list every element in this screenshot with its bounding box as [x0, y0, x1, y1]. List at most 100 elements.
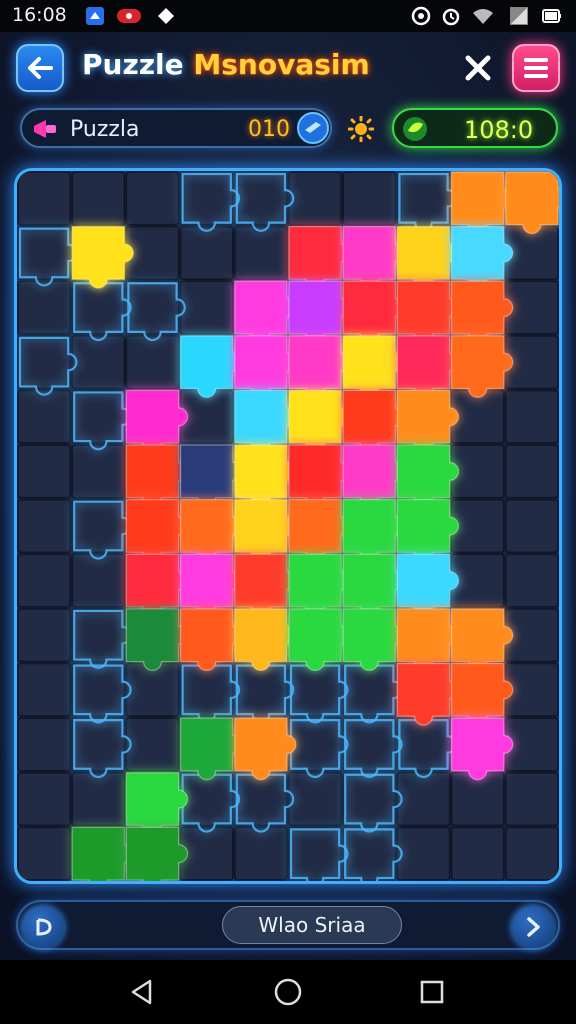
puzzle-piece[interactable] [396, 553, 460, 617]
empty-slot[interactable] [17, 225, 71, 280]
empty-slot[interactable] [179, 662, 234, 717]
puzzle-piece[interactable] [180, 717, 243, 781]
puzzle-piece[interactable] [451, 280, 514, 344]
empty-slot[interactable] [234, 662, 288, 717]
empty-slot[interactable] [396, 826, 451, 881]
empty-slot[interactable] [71, 717, 126, 772]
puzzle-piece[interactable] [396, 280, 460, 344]
puzzle-piece[interactable] [288, 608, 351, 672]
puzzle-piece[interactable] [342, 444, 405, 508]
empty-slot[interactable] [71, 280, 126, 335]
empty-slot[interactable] [234, 772, 288, 827]
puzzle-piece[interactable] [342, 389, 405, 453]
puzzle-grid[interactable] [17, 171, 559, 881]
empty-slot[interactable] [71, 389, 126, 444]
puzzle-piece[interactable] [234, 335, 297, 398]
empty-slot[interactable] [505, 280, 559, 335]
empty-slot[interactable] [505, 608, 559, 663]
empty-slot[interactable] [288, 717, 342, 772]
puzzle-piece[interactable] [451, 226, 514, 289]
empty-slot[interactable] [450, 498, 505, 554]
empty-slot[interactable] [125, 335, 180, 390]
puzzle-piece[interactable] [288, 389, 351, 453]
empty-slot[interactable] [125, 225, 180, 280]
empty-slot[interactable] [396, 171, 451, 226]
mode-pill[interactable]: Puzzla 010 [20, 108, 332, 148]
empty-slot[interactable] [396, 772, 451, 827]
empty-slot[interactable] [17, 826, 71, 881]
empty-slot[interactable] [288, 171, 342, 226]
puzzle-piece[interactable] [125, 826, 189, 881]
puzzle-piece[interactable] [125, 499, 189, 562]
empty-slot[interactable] [505, 498, 559, 554]
hint-button[interactable]: Wlao Sriaa [222, 906, 402, 944]
puzzle-piece[interactable] [234, 608, 297, 672]
puzzle-piece[interactable] [234, 553, 297, 617]
empty-slot[interactable] [179, 280, 234, 335]
puzzle-piece[interactable] [396, 608, 460, 672]
puzzle-piece[interactable] [71, 226, 134, 289]
empty-slot[interactable] [505, 826, 559, 881]
puzzle-piece[interactable] [234, 280, 297, 344]
empty-slot[interactable] [179, 772, 234, 827]
puzzle-piece[interactable] [125, 444, 189, 508]
puzzle-piece[interactable] [342, 499, 405, 562]
empty-slot[interactable] [450, 772, 505, 827]
puzzle-piece[interactable] [451, 717, 514, 781]
empty-slot[interactable] [288, 772, 342, 827]
empty-slot[interactable] [234, 171, 288, 226]
puzzle-piece[interactable] [180, 335, 243, 398]
empty-slot[interactable] [71, 772, 126, 827]
puzzle-board[interactable] [14, 168, 562, 884]
puzzle-piece[interactable] [396, 226, 460, 289]
puzzle-piece[interactable] [396, 335, 460, 398]
empty-slot[interactable] [17, 608, 71, 663]
empty-slot[interactable] [505, 444, 559, 499]
puzzle-piece[interactable] [125, 389, 189, 453]
puzzle-piece[interactable] [288, 226, 351, 289]
puzzle-piece[interactable] [396, 499, 460, 562]
empty-slot[interactable] [234, 225, 288, 280]
puzzle-piece[interactable] [180, 499, 243, 562]
empty-slot[interactable] [505, 225, 559, 280]
empty-slot[interactable] [179, 826, 234, 881]
puzzle-piece[interactable] [180, 444, 243, 508]
puzzle-piece[interactable] [342, 553, 405, 617]
next-button[interactable] [512, 906, 554, 948]
puzzle-piece[interactable] [125, 772, 189, 835]
empty-slot[interactable] [71, 171, 126, 226]
empty-slot[interactable] [125, 662, 180, 717]
empty-slot[interactable] [505, 662, 559, 717]
empty-slot[interactable] [234, 826, 288, 881]
puzzle-piece[interactable] [396, 662, 460, 726]
puzzle-piece[interactable] [125, 608, 189, 672]
empty-slot[interactable] [17, 498, 71, 554]
puzzle-piece[interactable] [342, 608, 405, 672]
empty-slot[interactable] [17, 662, 71, 717]
empty-slot[interactable] [342, 826, 397, 881]
empty-slot[interactable] [17, 553, 71, 608]
empty-slot[interactable] [71, 444, 126, 499]
puzzle-piece[interactable] [234, 444, 297, 508]
empty-slot[interactable] [505, 772, 559, 827]
empty-slot[interactable] [17, 171, 71, 226]
puzzle-piece[interactable] [451, 171, 514, 235]
empty-slot[interactable] [17, 717, 71, 772]
empty-slot[interactable] [125, 171, 180, 226]
nav-home-button[interactable] [272, 976, 304, 1008]
empty-slot[interactable] [505, 553, 559, 608]
puzzle-piece[interactable] [288, 280, 351, 344]
empty-slot[interactable] [179, 225, 234, 280]
empty-slot[interactable] [71, 553, 126, 608]
empty-slot[interactable] [450, 389, 505, 444]
empty-slot[interactable] [71, 498, 126, 554]
puzzle-piece[interactable] [71, 826, 134, 881]
empty-slot[interactable] [450, 444, 505, 499]
empty-slot[interactable] [71, 662, 126, 717]
empty-slot[interactable] [288, 826, 342, 881]
puzzle-piece[interactable] [234, 389, 297, 453]
puzzle-piece[interactable] [451, 608, 514, 672]
empty-slot[interactable] [71, 335, 126, 390]
puzzle-piece[interactable] [234, 717, 297, 781]
empty-slot[interactable] [71, 608, 126, 663]
